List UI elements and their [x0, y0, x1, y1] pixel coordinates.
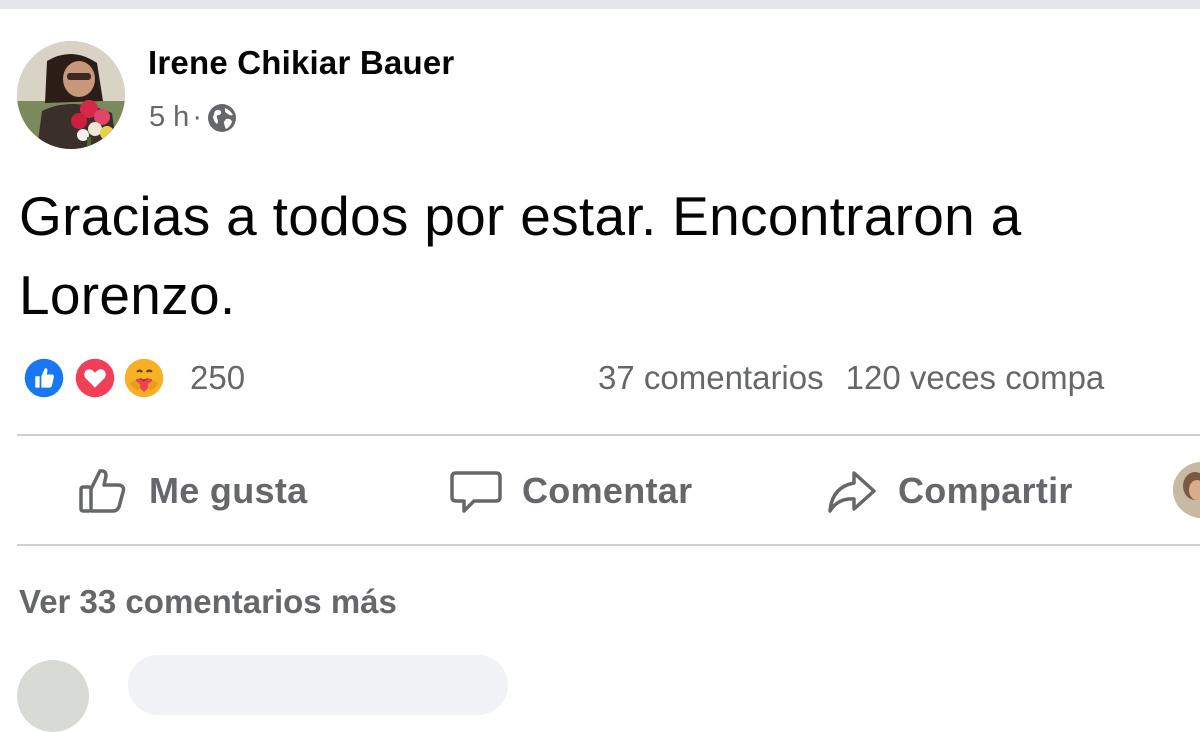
- comment-bubble-icon: [448, 463, 504, 519]
- like-button[interactable]: Me gusta: [75, 462, 307, 520]
- divider: [17, 544, 1200, 546]
- commenter-avatar[interactable]: [17, 660, 89, 732]
- view-more-comments-link[interactable]: Ver 33 comentarios más: [19, 583, 397, 621]
- viewer-avatar[interactable]: [1173, 462, 1200, 518]
- meta-separator: ·: [192, 101, 202, 133]
- author-name[interactable]: Irene Chikiar Bauer: [148, 44, 454, 82]
- thumbs-up-icon: [75, 463, 131, 519]
- love-reaction-icon: [71, 354, 119, 402]
- divider: [17, 434, 1200, 436]
- comment-label: Comentar: [522, 470, 693, 511]
- care-reaction-icon: [120, 354, 168, 402]
- top-separator: [0, 0, 1200, 9]
- comment-button[interactable]: Comentar: [448, 462, 692, 520]
- post-meta: 5 h ·: [149, 101, 238, 134]
- globe-icon[interactable]: [206, 102, 238, 134]
- post-text: Gracias a todos por estar. Encontraron a…: [19, 185, 1022, 326]
- shares-count[interactable]: 120 veces compa: [846, 359, 1105, 396]
- reaction-count[interactable]: 250: [190, 359, 245, 397]
- like-reaction-icon: [20, 354, 68, 402]
- comments-count[interactable]: 37 comentarios: [598, 359, 824, 396]
- share-arrow-icon: [824, 463, 880, 519]
- comment-bubble: [128, 655, 508, 715]
- post-time[interactable]: 5 h: [149, 101, 189, 134]
- like-label: Me gusta: [149, 470, 308, 511]
- avatar-photo: [17, 41, 125, 149]
- engagement-counts: 37 comentarios 120 veces compa: [598, 359, 1104, 397]
- share-label: Compartir: [898, 470, 1073, 511]
- share-button[interactable]: Compartir: [824, 462, 1073, 520]
- viewer-avatar-photo: [1173, 462, 1200, 518]
- reaction-icons[interactable]: [20, 354, 170, 402]
- author-avatar[interactable]: [17, 41, 125, 149]
